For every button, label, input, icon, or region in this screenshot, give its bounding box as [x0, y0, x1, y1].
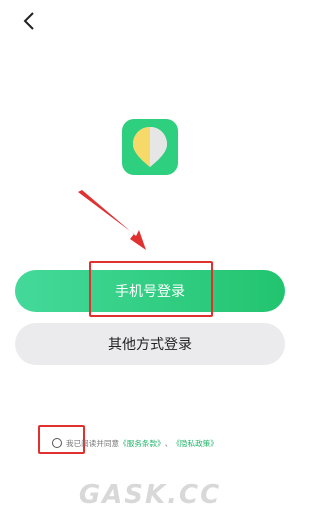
privacy-link[interactable]: 《隐私政策》	[172, 438, 218, 449]
chevron-left-icon	[23, 12, 34, 30]
watermark: GASK.CC	[78, 480, 222, 510]
annotation-arrow	[78, 190, 146, 250]
app-logo	[122, 119, 178, 175]
agreement-radio[interactable]	[52, 438, 62, 448]
annotation-box-phone-login	[89, 261, 213, 317]
agreement-prefix: 我已阅读并同意	[66, 438, 120, 448]
agreement-row: 我已阅读并同意 《服务条款》 、 《隐私政策》	[52, 436, 218, 450]
app-logo-icon	[133, 127, 167, 167]
other-login-label: 其他方式登录	[108, 337, 192, 353]
terms-link[interactable]: 《服务条款》	[119, 438, 165, 449]
other-login-button[interactable]: 其他方式登录	[15, 323, 285, 365]
back-button[interactable]	[14, 6, 44, 36]
agreement-separator: 、	[164, 438, 173, 448]
